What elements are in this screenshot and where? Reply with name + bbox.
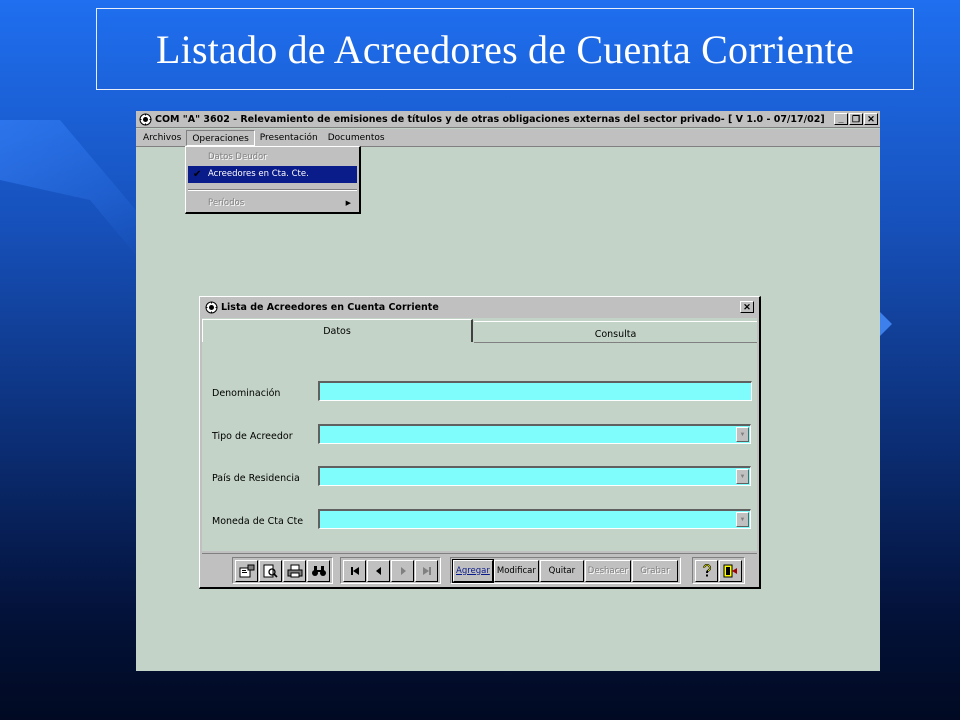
- slide-title-box: Listado de Acreedores de Cuenta Corrient…: [96, 8, 914, 90]
- dialog-body: Datos Consulta Denominación Tipo de Acre…: [202, 318, 757, 551]
- app-title: COM "A" 3602 - Relevamiento de emisiones…: [155, 113, 825, 125]
- previous-record-icon[interactable]: [367, 559, 390, 582]
- chevron-down-icon[interactable]: ▼: [736, 512, 749, 527]
- exit-icon[interactable]: [719, 559, 742, 582]
- app-icon: [138, 112, 152, 126]
- dropdown-item-label: Acreedores en Cta. Cte.: [208, 169, 309, 179]
- denominacion-input[interactable]: [318, 381, 752, 401]
- help-icon[interactable]: [695, 559, 718, 582]
- tab-datos[interactable]: Datos: [202, 319, 473, 342]
- menubar: Archivos Operaciones Presentación Docume…: [136, 129, 880, 147]
- menu-archivos[interactable]: Archivos: [138, 130, 186, 146]
- tipo-acreedor-select[interactable]: ▼: [318, 424, 751, 444]
- dropdown-item-datos-deudor[interactable]: Datos Deudor: [188, 149, 357, 166]
- acreedores-dialog: Lista de Acreedores en Cuenta Corriente …: [199, 296, 761, 589]
- close-button[interactable]: ✕: [864, 113, 878, 125]
- tipo-acreedor-label: Tipo de Acreedor: [212, 431, 293, 442]
- dropdown-item-label: Datos Deudor: [208, 152, 267, 162]
- menu-operaciones[interactable]: Operaciones: [186, 129, 255, 146]
- toolbar-group-navigation: [340, 557, 441, 584]
- dialog-icon: [204, 300, 218, 314]
- moneda-cta-cte-select[interactable]: ▼: [318, 509, 751, 529]
- operaciones-dropdown: Datos Deudor ✔ Acreedores en Cta. Cte. P…: [185, 146, 361, 214]
- dialog-titlebar: Lista de Acreedores en Cuenta Corriente …: [201, 298, 758, 316]
- modificar-button[interactable]: Modificar: [493, 559, 539, 582]
- submenu-arrow-icon: ▶: [345, 199, 351, 207]
- dropdown-item-periodos[interactable]: Períodos ▶: [188, 195, 357, 212]
- chevron-down-icon[interactable]: ▼: [736, 469, 749, 484]
- last-record-icon[interactable]: [415, 559, 438, 582]
- dialog-toolbar: Agregar Modificar Quitar Deshacer Grabar: [202, 553, 757, 586]
- dialog-title: Lista de Acreedores en Cuenta Corriente: [221, 301, 439, 313]
- dropdown-item-acreedores[interactable]: ✔ Acreedores en Cta. Cte.: [188, 166, 357, 183]
- restore-button[interactable]: ❐: [849, 113, 863, 125]
- checkmark-icon: ✔: [193, 169, 202, 180]
- pais-residencia-select[interactable]: ▼: [318, 466, 751, 486]
- toolbar-group-actions: Agregar Modificar Quitar Deshacer Grabar: [450, 557, 681, 584]
- deshacer-button[interactable]: Deshacer: [584, 559, 631, 582]
- chevron-down-icon[interactable]: ▼: [736, 427, 749, 442]
- app-titlebar: COM "A" 3602 - Relevamiento de emisiones…: [136, 111, 880, 128]
- dialog-close-button[interactable]: ✕: [740, 301, 754, 313]
- menu-documentos[interactable]: Documentos: [323, 130, 390, 146]
- dropdown-separator: [188, 189, 357, 191]
- slide-title: Listado de Acreedores de Cuenta Corrient…: [156, 26, 854, 72]
- grabar-button[interactable]: Grabar: [631, 559, 678, 582]
- pais-residencia-label: País de Residencia: [212, 473, 300, 484]
- menu-presentacion[interactable]: Presentación: [255, 130, 323, 146]
- find-icon[interactable]: [307, 559, 330, 582]
- print-icon[interactable]: [283, 559, 306, 582]
- dropdown-item-label: Períodos: [208, 198, 245, 208]
- quitar-button[interactable]: Quitar: [539, 559, 584, 582]
- moneda-cta-cte-label: Moneda de Cta Cte: [212, 516, 304, 527]
- minimize-button[interactable]: _: [834, 113, 848, 125]
- toolbar-group-help: [692, 557, 745, 584]
- properties-icon[interactable]: [235, 559, 258, 582]
- denominacion-label: Denominación: [212, 388, 281, 399]
- agregar-button[interactable]: Agregar: [452, 558, 494, 583]
- tab-consulta[interactable]: Consulta: [474, 321, 757, 343]
- next-record-icon[interactable]: [391, 559, 414, 582]
- print-preview-icon[interactable]: [259, 559, 282, 582]
- toolbar-group-tools: [232, 557, 333, 584]
- first-record-icon[interactable]: [343, 559, 366, 582]
